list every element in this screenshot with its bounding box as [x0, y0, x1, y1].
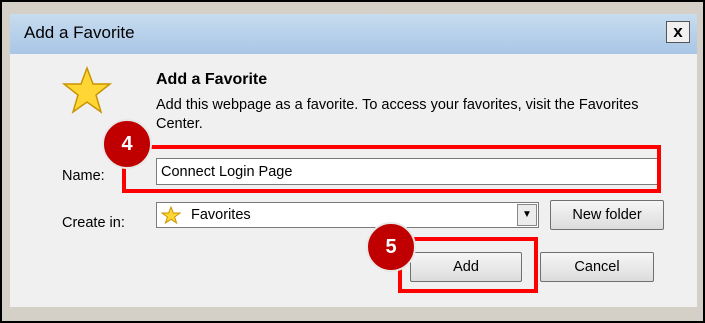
create-in-select[interactable]: Favorites ▼ [156, 202, 539, 228]
title-bar: Add a Favorite x [10, 14, 697, 54]
chevron-down-icon[interactable]: ▼ [517, 204, 537, 226]
add-button[interactable]: Add [410, 252, 522, 282]
create-in-label: Create in: [62, 215, 125, 231]
star-icon [161, 206, 181, 224]
dialog-heading: Add a Favorite [156, 71, 268, 88]
step-4-badge: 4 [102, 119, 152, 169]
name-label: Name: [62, 168, 105, 184]
star-icon [62, 66, 112, 114]
close-button[interactable]: x [666, 21, 690, 43]
window-title: Add a Favorite [24, 23, 135, 42]
cancel-button[interactable]: Cancel [540, 252, 654, 282]
new-folder-button[interactable]: New folder [550, 200, 664, 230]
create-in-selected: Favorites [191, 207, 251, 223]
step-5-badge: 5 [366, 222, 416, 272]
name-input[interactable] [156, 158, 661, 185]
dialog-description: Add this webpage as a favorite. To acces… [156, 97, 639, 132]
